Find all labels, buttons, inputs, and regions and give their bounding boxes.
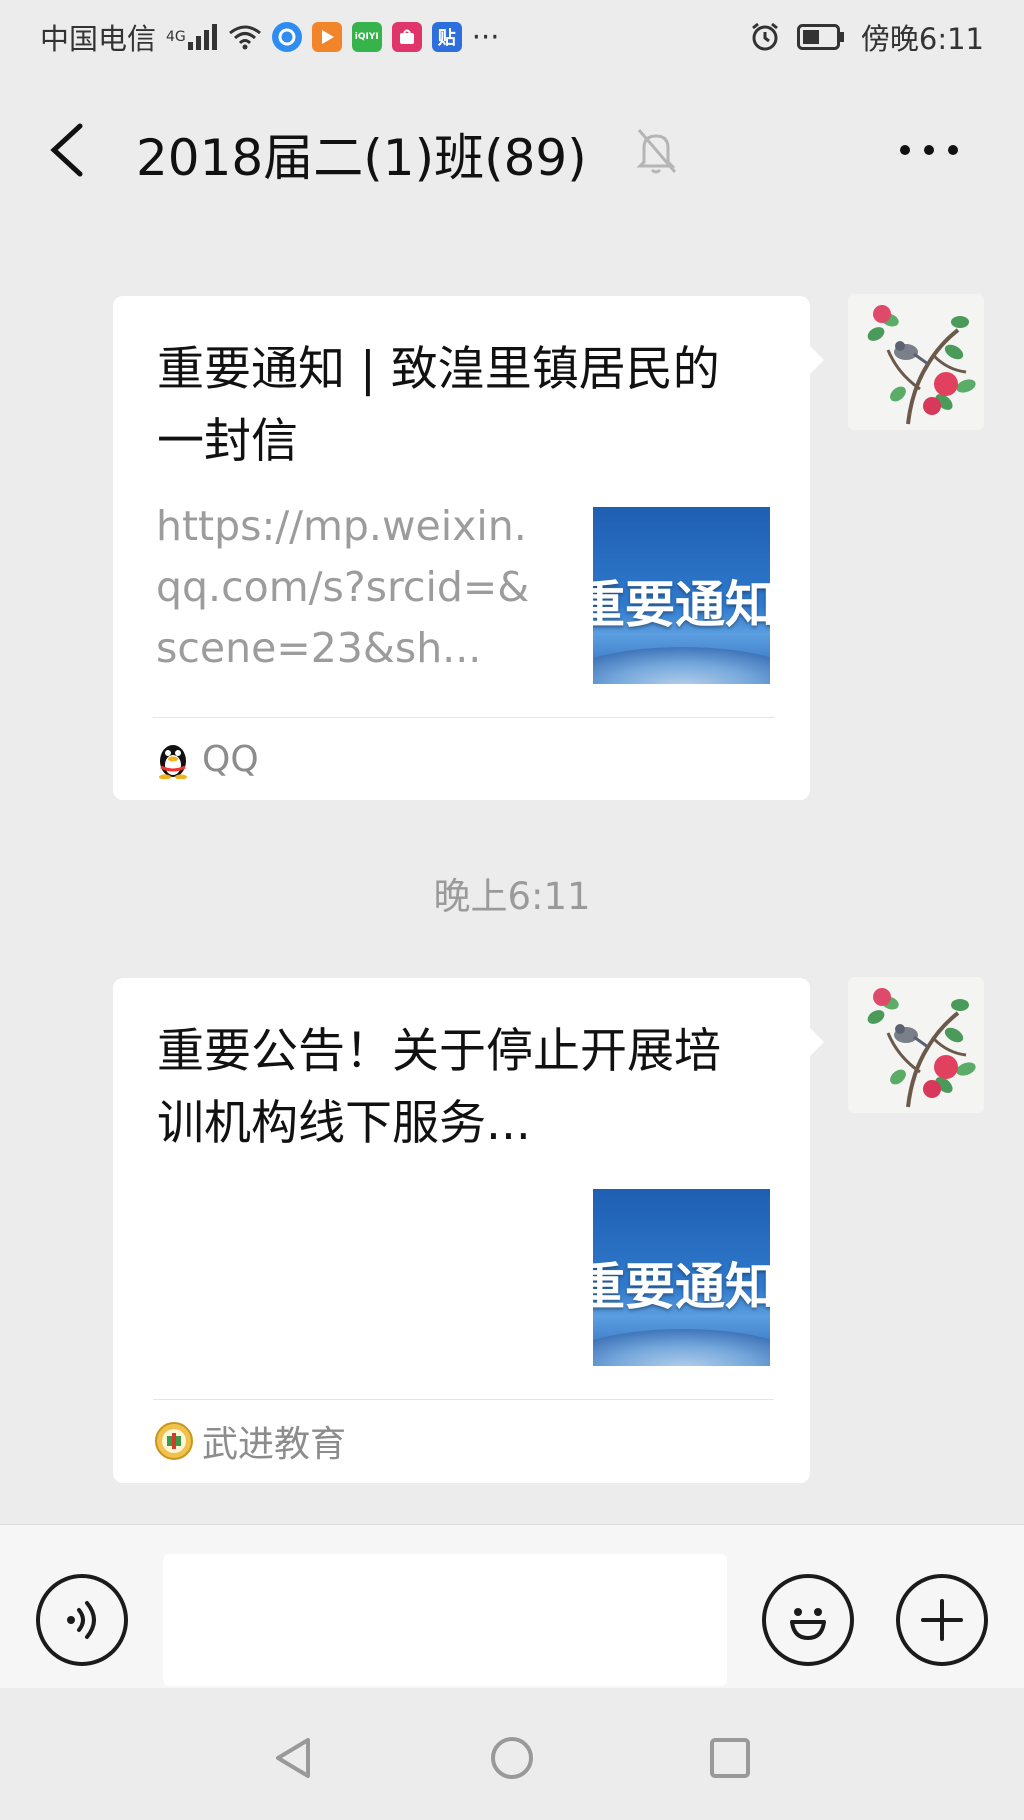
more-options-button[interactable] [896, 130, 962, 170]
square-recents-icon [710, 1738, 750, 1778]
thumbnail-text: 重要通知 [593, 575, 770, 634]
more-notifications-label: ··· [471, 20, 500, 54]
status-bar: 中国电信 4G iQIYI 贴 ··· 傍晚6:11 [0, 0, 1024, 74]
qq-penguin-icon [154, 739, 192, 780]
source-name: 武进教育 [202, 1424, 347, 1465]
source-name: QQ [202, 738, 259, 780]
link-card-thumbnail: 重要通知 [593, 507, 770, 684]
back-button[interactable] [44, 120, 94, 180]
flower-bird-avatar-image [867, 305, 976, 425]
clock-label: 傍晚6:11 [860, 22, 984, 56]
qq-browser-icon [271, 22, 302, 52]
link-card-source: QQ [154, 738, 259, 780]
voice-input-button[interactable] [36, 1574, 128, 1666]
link-card-source: 武进教育 [154, 1420, 346, 1465]
link-card-message[interactable]: 重要公告！关于停止开展培训机构线下服务... 重要通知 武进教育 [113, 978, 824, 1483]
sender-avatar[interactable] [848, 294, 984, 430]
more-functions-button[interactable] [896, 1574, 988, 1666]
more-dots-icon [900, 145, 958, 155]
alarm-icon [749, 21, 781, 53]
mute-bell-icon [633, 126, 679, 176]
card-divider [153, 1399, 774, 1400]
link-card-url: https://mp.weixin.qq.com/s?srcid=&scene=… [156, 502, 530, 672]
message-input[interactable] [163, 1554, 727, 1686]
link-card-message[interactable]: 重要通知 | 致湟里镇居民的一封信 https://mp.weixin.qq.c… [113, 296, 824, 800]
wujin-education-logo-icon [154, 1421, 193, 1461]
system-navigation-bar [0, 1690, 1024, 1820]
smiley-face-icon [790, 1608, 826, 1640]
thumbnail-earth-graphic [593, 1329, 770, 1366]
nav-home-button[interactable] [488, 1734, 536, 1782]
chat-header: 2018届二(1)班(89) [0, 90, 1024, 210]
thumbnail-earth-graphic [593, 647, 770, 684]
vipshop-icon [391, 22, 422, 52]
plus-icon [921, 1599, 963, 1641]
status-left: 中国电信 4G iQIYI 贴 ··· [40, 16, 499, 58]
tieba-icon: 贴 [431, 22, 462, 52]
nav-recents-button[interactable] [706, 1734, 754, 1782]
cellular-signal-icon: 4G [166, 24, 218, 50]
carrier-label: 中国电信 [40, 22, 157, 56]
message-timestamp: 晚上6:11 [433, 875, 591, 918]
chat-title: 2018届二(1)班(89) [136, 129, 587, 187]
wifi-icon [228, 24, 262, 50]
link-card-title: 重要通知 | 致湟里镇居民的一封信 [157, 342, 720, 469]
thumbnail-text: 重要通知 [593, 1257, 770, 1316]
network-type-label: 4G [166, 29, 186, 45]
sender-avatar[interactable] [848, 977, 984, 1113]
back-arrow-icon [50, 123, 83, 177]
status-right: 傍晚6:11 [749, 16, 984, 58]
video-app-icon [311, 22, 342, 52]
iqiyi-icon: iQIYI [351, 22, 382, 52]
link-card-thumbnail: 重要通知 [593, 1189, 770, 1366]
battery-icon [796, 24, 845, 50]
link-card-title: 重要公告！关于停止开展培训机构线下服务... [157, 1024, 721, 1151]
voice-wave-icon [67, 1601, 96, 1639]
nav-back-button[interactable] [270, 1734, 318, 1782]
card-divider [153, 717, 774, 718]
emoji-button[interactable] [762, 1574, 854, 1666]
circle-home-icon [491, 1737, 533, 1779]
triangle-back-icon [276, 1738, 310, 1778]
flower-bird-avatar-image [867, 988, 976, 1108]
